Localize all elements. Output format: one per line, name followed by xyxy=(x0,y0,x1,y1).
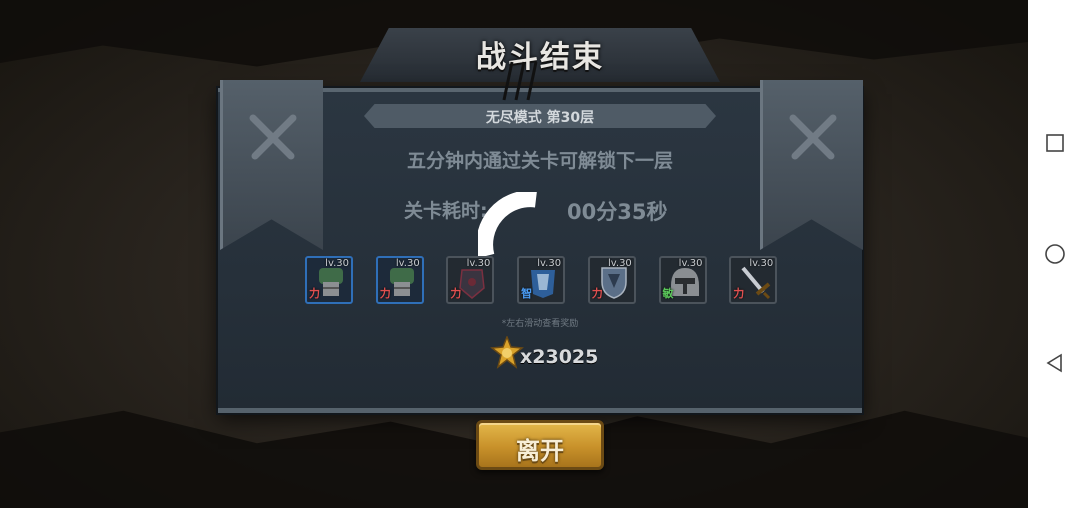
item-attribute: 智 xyxy=(521,287,533,300)
home-button[interactable] xyxy=(1044,243,1066,265)
crossed-swords-icon xyxy=(789,114,837,160)
item-attribute: 敏 xyxy=(662,287,674,300)
time-label: 关卡耗时: xyxy=(404,200,488,222)
gold-count: x23025 xyxy=(520,346,599,368)
recent-apps-icon xyxy=(1046,134,1064,152)
reward-item[interactable]: lv.30 力 xyxy=(446,256,495,304)
item-level: lv.30 xyxy=(749,258,774,269)
item-level: lv.30 xyxy=(325,258,349,269)
mode-text: 无尽模式 第30层 xyxy=(485,110,595,126)
home-icon xyxy=(1045,244,1065,264)
gold-star-icon xyxy=(490,336,524,369)
recent-apps-button[interactable] xyxy=(1044,132,1066,154)
time-value: 00分35秒 xyxy=(567,200,668,224)
reward-item[interactable]: lv.30 智 xyxy=(517,256,566,304)
reward-item[interactable]: lv.30 敏 xyxy=(658,256,707,304)
item-attribute: 力 xyxy=(309,287,320,300)
item-level: lv.30 xyxy=(466,258,491,269)
android-nav-bar xyxy=(1028,0,1080,508)
item-attribute: 力 xyxy=(450,287,462,300)
item-level: lv.30 xyxy=(537,258,562,269)
reward-item[interactable]: lv.30 力 xyxy=(729,256,778,304)
reward-item[interactable]: lv.30 力 xyxy=(587,256,636,304)
leave-button[interactable]: 离开 xyxy=(476,420,604,470)
leave-button-label: 离开 xyxy=(516,437,564,465)
item-attribute: 力 xyxy=(591,287,603,300)
item-attribute: 力 xyxy=(379,287,391,300)
back-icon xyxy=(1046,353,1062,373)
item-attribute: 力 xyxy=(733,287,745,300)
game-screen: 战斗结束 无尽模式 第30层 五分钟内通过关卡可解锁下一层 关卡耗时: 00分3… xyxy=(0,0,1028,508)
reward-item[interactable]: lv.30 力 xyxy=(375,256,424,304)
claw-mark-icon xyxy=(502,61,538,101)
unlock-hint: 五分钟内通过关卡可解锁下一层 xyxy=(406,150,673,172)
back-button[interactable] xyxy=(1044,352,1066,374)
scroll-hint: *左右滑动查看奖励 xyxy=(501,319,579,329)
loading-spinner-icon xyxy=(478,192,537,259)
item-level: lv.30 xyxy=(395,258,420,269)
item-level: lv.30 xyxy=(607,258,632,269)
crossed-swords-icon xyxy=(249,114,297,160)
item-level: lv.30 xyxy=(678,258,703,269)
reward-item[interactable]: lv.30 力 xyxy=(305,256,353,304)
